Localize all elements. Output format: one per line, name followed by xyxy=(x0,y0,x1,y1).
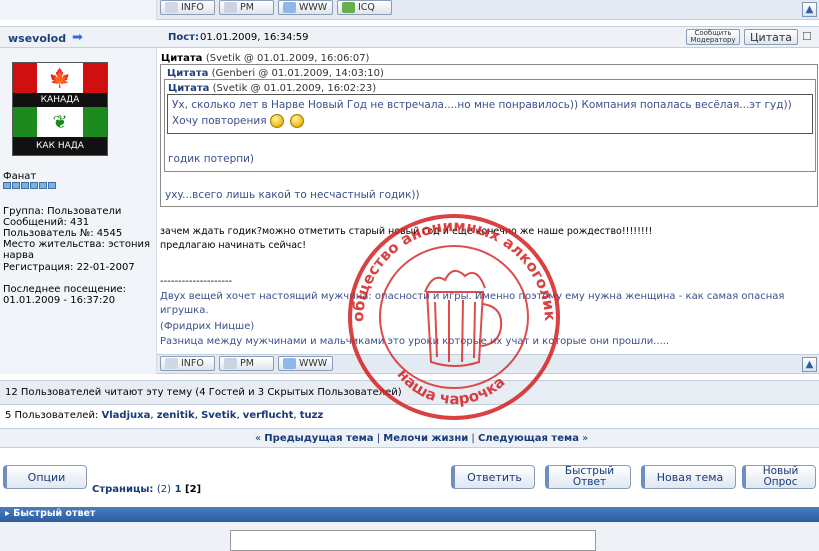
checkbox-icon[interactable]: ☐ xyxy=(802,30,812,43)
www-button-2[interactable]: WWW xyxy=(278,356,333,371)
user-registered: Регистрация: 22-01-2007 xyxy=(3,262,135,273)
info-icon xyxy=(165,358,178,369)
user-rank: Фанат xyxy=(3,171,37,182)
avatar: 🍁 КАНАДА ❦ КАК НАДА xyxy=(12,62,108,156)
www-button[interactable]: WWW xyxy=(278,0,333,15)
last-visit-date: 01.01.2009 - 16:37:20 xyxy=(3,295,116,306)
user-link[interactable]: tuzz xyxy=(300,410,324,421)
users-online: 5 Пользователей: Vladjuxa, zenitik, Svet… xyxy=(5,410,324,421)
quote1-header: Цитата (Svetik @ 01.01.2009, 16:06:07) xyxy=(161,53,370,64)
pm-icon xyxy=(224,358,237,369)
quote3-header: Цитата (Svetik @ 01.01.2009, 16:02:23) xyxy=(168,83,377,94)
svg-text:наша чарочка: наша чарочка xyxy=(394,365,509,408)
options-button[interactable]: Опции xyxy=(3,465,87,489)
username[interactable]: wsevolod xyxy=(8,32,66,45)
topic-nav: « Предыдущая тема | Мелочи жизни | Следу… xyxy=(255,433,589,444)
user-link[interactable]: zenitik xyxy=(157,410,195,421)
next-topic-link[interactable]: Следующая тема xyxy=(478,433,579,444)
info-button-2[interactable]: INFO xyxy=(160,356,215,371)
user-location-2: нарва xyxy=(3,250,35,261)
arrow-right-icon[interactable]: ➡ xyxy=(72,30,83,45)
new-topic-button[interactable]: Новая тема xyxy=(641,465,736,489)
avatar-caption-bottom: КАК НАДА xyxy=(13,137,107,155)
scroll-top-button[interactable]: ▲ xyxy=(802,2,817,17)
pm-icon xyxy=(224,2,237,13)
quote3-line2: Хочу повторения xyxy=(172,114,307,128)
info-button[interactable]: INFO xyxy=(160,0,215,15)
forum-page: INFO PM WWW ICQ ▲ wsevolod ➡ Пост: 01.01… xyxy=(0,0,819,551)
user-link[interactable]: verflucht xyxy=(243,410,294,421)
quote-button[interactable]: Цитата xyxy=(744,29,798,45)
user-posts: Сообщений: 431 xyxy=(3,217,90,228)
user-link[interactable]: Svetik xyxy=(201,410,236,421)
post-label[interactable]: Пост: xyxy=(168,32,199,43)
signature-separator: -------------------- xyxy=(160,276,233,287)
page-1-link[interactable]: 1 xyxy=(175,484,182,495)
pm-button-2[interactable]: PM xyxy=(219,356,274,371)
stamp-image: общество анонимных алкоголиков наша чаро… xyxy=(345,212,560,420)
leaf-icon: ❦ xyxy=(37,107,83,137)
smile-icon xyxy=(289,114,304,128)
report-moderator-button[interactable]: Сообщить Модератору xyxy=(686,29,740,45)
fast-reply-button[interactable]: Быстрый Ответ xyxy=(545,465,631,489)
user-id: Пользователь №: 4545 xyxy=(3,228,123,239)
globe-icon xyxy=(283,2,296,13)
last-visit-label: Последнее посещение: xyxy=(3,284,127,295)
user-group: Группа: Пользователи xyxy=(3,206,122,217)
smile-icon xyxy=(269,114,284,128)
pm-button[interactable]: PM xyxy=(219,0,274,15)
post-body-line2: предлагаю начинать сейчас! xyxy=(160,240,307,251)
quote2-text: годик потерпи) xyxy=(168,153,255,165)
maple-leaf-icon: 🍁 xyxy=(48,67,72,89)
icq-button[interactable]: ICQ xyxy=(337,0,392,15)
forum-link[interactable]: Мелочи жизни xyxy=(383,433,468,444)
pagination: Страницы: (2) 1 [2] xyxy=(92,484,202,495)
top-left-cell xyxy=(0,0,157,20)
rank-pips xyxy=(3,182,56,189)
quick-reply-textarea[interactable] xyxy=(230,530,596,551)
post-date: 01.01.2009, 16:34:59 xyxy=(200,32,309,43)
user-link[interactable]: Vladjuxa xyxy=(102,410,151,421)
icq-icon xyxy=(342,2,355,13)
signature-line3: (Фридрих Ницше) xyxy=(160,321,255,332)
quick-reply-header: ▸ Быстрый ответ xyxy=(0,507,819,522)
reply-button[interactable]: Ответить xyxy=(451,465,535,489)
scroll-top-button-2[interactable]: ▲ xyxy=(802,357,817,372)
avatar-caption-top: КАНАДА xyxy=(13,93,107,107)
quote1-text: ухy...всего лишь какой то несчастный год… xyxy=(165,189,420,201)
prev-topic-link[interactable]: Предыдущая тема xyxy=(264,433,373,444)
signature-line2: игрушка. xyxy=(160,305,209,316)
post-footer-left xyxy=(0,354,157,374)
new-poll-button[interactable]: Новый Опрос xyxy=(742,465,816,489)
quote3-line1: Ух, сколько лет в Нарве Новый Год не вст… xyxy=(172,99,792,111)
triangle-right-icon: ▸ xyxy=(5,508,10,519)
readers-text: 12 Пользователей читают эту тему (4 Гост… xyxy=(5,387,402,398)
quote2-header: Цитата (Genberi @ 01.01.2009, 14:03:10) xyxy=(167,68,384,79)
user-location: Место жительства: эстония xyxy=(3,239,151,250)
globe-icon xyxy=(283,358,296,369)
info-icon xyxy=(165,2,178,13)
